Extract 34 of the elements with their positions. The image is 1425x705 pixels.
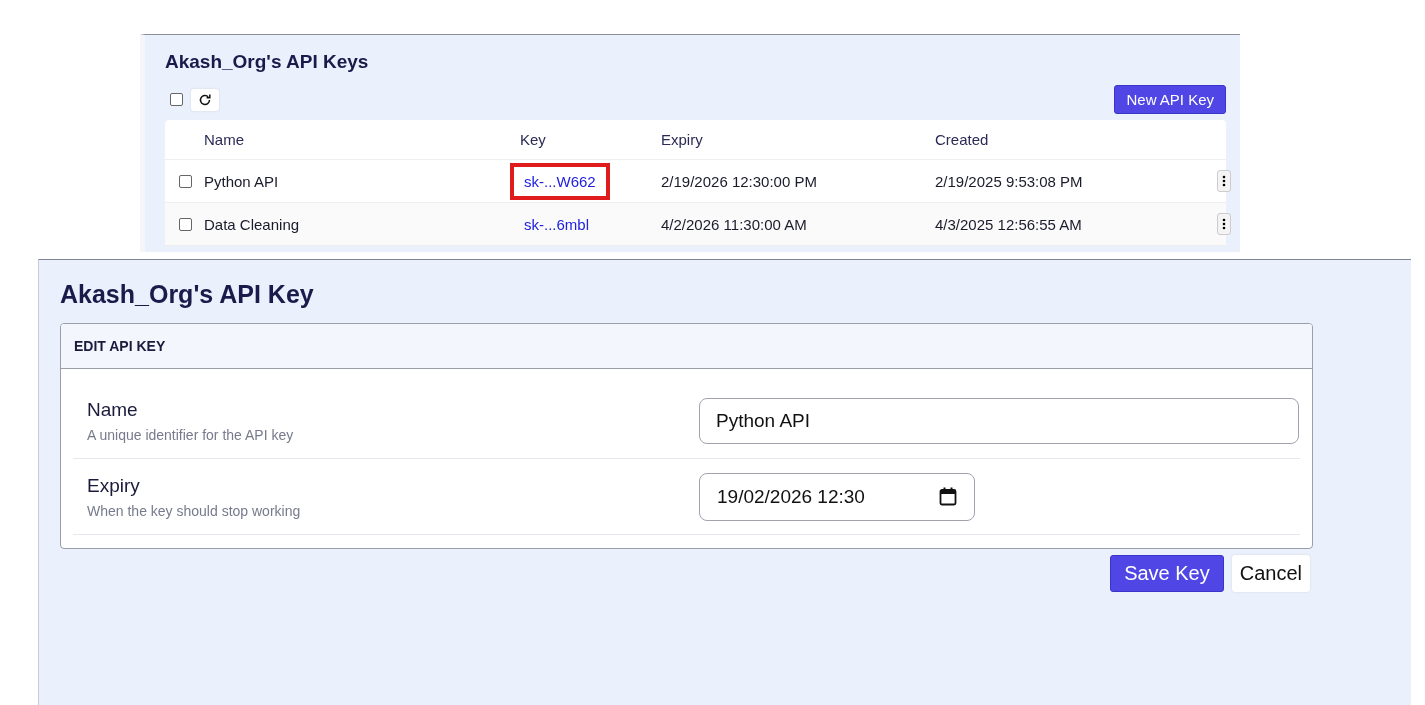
more-options-button[interactable] — [1217, 170, 1231, 192]
column-header: Expiry — [661, 131, 704, 148]
table-cell-text: 2/19/2026 12:30:00 PM — [661, 172, 818, 190]
page-title: Akash_Org's API Key — [60, 280, 315, 309]
field-hint: A unique identifier for the API key — [87, 426, 295, 443]
card-header: EDIT API KEY — [61, 324, 1312, 369]
key-link[interactable]: sk-...6mbl — [510, 205, 603, 243]
refresh-icon — [198, 92, 212, 107]
column-header: Created — [935, 131, 990, 148]
row-checkbox[interactable] — [179, 174, 192, 188]
more-icon — [1222, 218, 1226, 230]
cancel-button[interactable]: Cancel — [1231, 555, 1310, 592]
table-cell-text: Python API — [204, 172, 280, 190]
save-key-button[interactable]: Save Key — [1110, 555, 1224, 592]
select-all-checkbox[interactable] — [170, 93, 183, 106]
row-checkbox[interactable] — [179, 217, 192, 231]
field-label: Name — [87, 398, 139, 421]
table-cell-text: 4/3/2025 12:56:55 AM — [935, 215, 1083, 233]
expiry-datetime-field[interactable]: 19/02/2026 12:30 — [699, 472, 975, 521]
page-title: Akash_Org's API Keys — [165, 51, 370, 73]
more-options-button[interactable] — [1217, 213, 1231, 235]
table-cell-text: Data Cleaning — [204, 215, 301, 233]
new-api-key-button[interactable]: New API Key — [1114, 85, 1226, 114]
name-input[interactable]: Python API — [699, 397, 1299, 444]
column-header: Key — [520, 131, 547, 148]
more-icon — [1222, 175, 1226, 187]
calendar-icon — [939, 487, 957, 506]
field-label: Expiry — [87, 474, 141, 497]
table-cell-text: 2/19/2025 9:53:08 PM — [935, 172, 1084, 190]
key-link[interactable]: sk-...W662 — [510, 162, 610, 200]
field-hint: When the key should stop working — [87, 502, 302, 519]
table-cell-text: 4/2/2026 11:30:00 AM — [661, 215, 808, 233]
column-header: Name — [204, 131, 245, 148]
refresh-button[interactable] — [191, 88, 219, 111]
